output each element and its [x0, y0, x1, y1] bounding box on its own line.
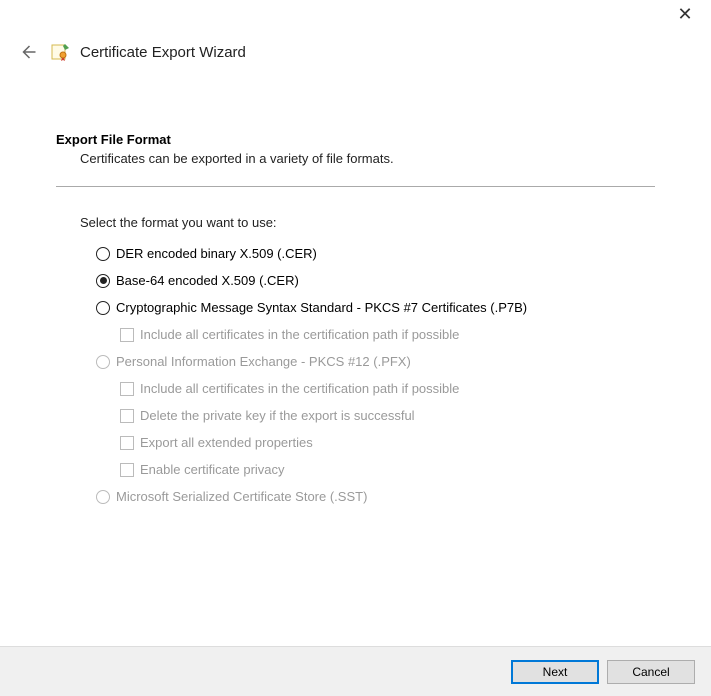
back-arrow-icon[interactable]: [16, 40, 40, 64]
radio-base64[interactable]: Base-64 encoded X.509 (.CER): [96, 273, 655, 288]
radio-label: DER encoded binary X.509 (.CER): [116, 246, 317, 261]
radio-icon: [96, 247, 110, 261]
radio-label: Microsoft Serialized Certificate Store (…: [116, 489, 367, 504]
radio-icon: [96, 355, 110, 369]
close-icon[interactable]: ✕: [667, 4, 703, 24]
title-bar: ✕: [0, 0, 711, 34]
radio-der[interactable]: DER encoded binary X.509 (.CER): [96, 246, 655, 261]
divider: [56, 186, 655, 187]
checkbox-label: Enable certificate privacy: [140, 462, 285, 477]
checkbox-label: Include all certificates in the certific…: [140, 327, 459, 342]
checkbox-label: Delete the private key if the export is …: [140, 408, 415, 423]
button-label: Cancel: [632, 665, 669, 679]
wizard-title: Certificate Export Wizard: [80, 44, 246, 61]
checkbox-icon: [120, 436, 134, 450]
checkbox-icon: [120, 382, 134, 396]
checkbox-label: Include all certificates in the certific…: [140, 381, 459, 396]
check-pfx-privacy: Enable certificate privacy: [120, 462, 655, 477]
radio-icon: [96, 274, 110, 288]
button-label: Next: [543, 665, 568, 679]
radio-icon: [96, 490, 110, 504]
section-desc: Certificates can be exported in a variet…: [56, 151, 655, 166]
wizard-header: Certificate Export Wizard: [0, 34, 711, 64]
radio-label: Personal Information Exchange - PKCS #12…: [116, 354, 411, 369]
certificate-icon: [50, 42, 70, 62]
cancel-button[interactable]: Cancel: [607, 660, 695, 684]
next-button[interactable]: Next: [511, 660, 599, 684]
radio-label: Cryptographic Message Syntax Standard - …: [116, 300, 527, 315]
check-pkcs7-include: Include all certificates in the certific…: [120, 327, 655, 342]
format-radio-group: DER encoded binary X.509 (.CER) Base-64 …: [56, 246, 655, 504]
checkbox-icon: [120, 409, 134, 423]
radio-sst: Microsoft Serialized Certificate Store (…: [96, 489, 655, 504]
checkbox-label: Export all extended properties: [140, 435, 313, 450]
radio-pkcs7[interactable]: Cryptographic Message Syntax Standard - …: [96, 300, 655, 315]
wizard-footer: Next Cancel: [0, 646, 711, 696]
radio-pfx: Personal Information Exchange - PKCS #12…: [96, 354, 655, 369]
wizard-content: Export File Format Certificates can be e…: [0, 64, 711, 504]
section-title: Export File Format: [56, 132, 655, 147]
checkbox-icon: [120, 328, 134, 342]
check-pfx-include: Include all certificates in the certific…: [120, 381, 655, 396]
checkbox-icon: [120, 463, 134, 477]
check-pfx-delete: Delete the private key if the export is …: [120, 408, 655, 423]
format-prompt: Select the format you want to use:: [56, 215, 655, 230]
radio-label: Base-64 encoded X.509 (.CER): [116, 273, 299, 288]
check-pfx-ext: Export all extended properties: [120, 435, 655, 450]
radio-icon: [96, 301, 110, 315]
